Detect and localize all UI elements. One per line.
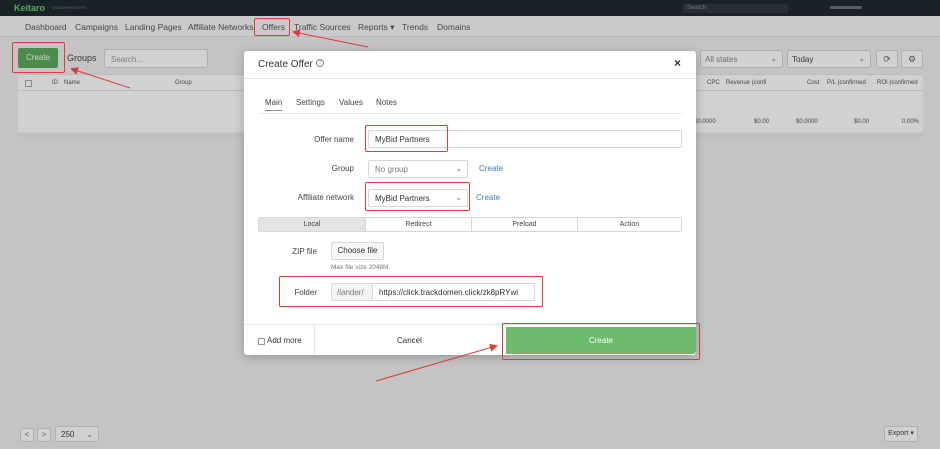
arrow-to-create <box>70 67 131 89</box>
annotation-arrows <box>70 29 498 382</box>
arrow-to-offers <box>292 29 369 48</box>
arrow-to-submit <box>375 343 498 382</box>
